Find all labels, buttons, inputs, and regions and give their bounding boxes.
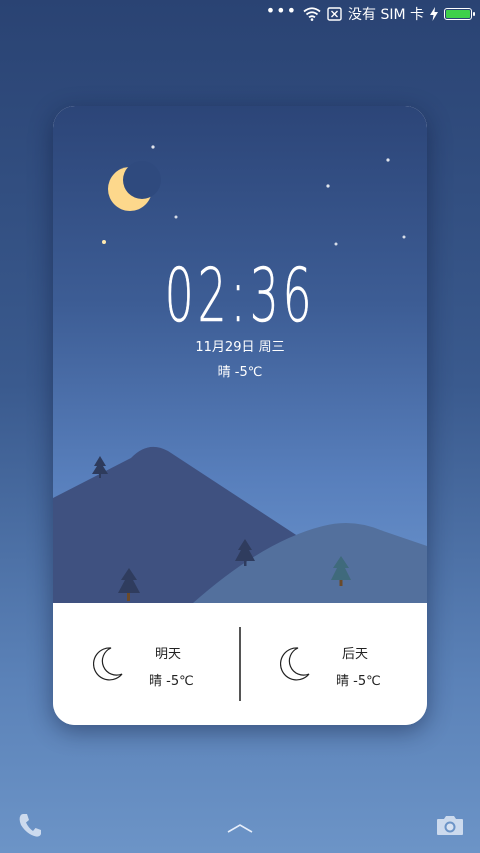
forecast-tomorrow[interactable]: 明天 晴 -5℃ [53, 603, 240, 725]
charging-icon [430, 7, 438, 21]
status-indicators: ••• 没有 SIM 卡 [265, 1, 475, 24]
star-icon [174, 215, 178, 219]
camera-icon[interactable] [436, 814, 464, 836]
night-sky-scene: 02:36 11月29日 周三 晴 -5℃ [53, 106, 427, 603]
moon-icon [108, 161, 161, 211]
phone-icon[interactable] [18, 812, 42, 838]
clock-date: 11月29日 周三 [195, 340, 285, 355]
star-icon [402, 235, 406, 239]
star-icon [326, 184, 330, 188]
weather-clock-widget[interactable]: 02:36 11月29日 周三 晴 -5℃ 明天 晴 -5℃ 后天 晴 -5℃ [53, 106, 427, 725]
no-sim-icon [327, 7, 342, 21]
forecast-panel: 明天 晴 -5℃ 后天 晴 -5℃ [53, 603, 427, 725]
clock-time: 02:36 [164, 253, 316, 339]
star-icon [102, 240, 106, 244]
forecast-condition: 晴 -5℃ [149, 674, 194, 689]
star-icon [151, 145, 155, 149]
forecast-condition: 晴 -5℃ [336, 674, 381, 689]
battery-level [446, 10, 470, 18]
star-icon [386, 158, 390, 162]
sim-status-text: 没有 SIM 卡 [348, 7, 424, 23]
moon-icon [280, 647, 310, 681]
moon-icon [93, 647, 123, 681]
battery-icon [444, 8, 475, 20]
star-icon [334, 242, 338, 246]
forecast-day-after[interactable]: 后天 晴 -5℃ [240, 603, 427, 725]
forecast-day-label: 后天 [342, 647, 369, 662]
status-bar: ••• 没有 SIM 卡 [0, 0, 480, 28]
forecast-day-label: 明天 [155, 647, 182, 662]
more-notifications-icon: ••• [265, 1, 297, 20]
unlock-chevron-up-icon[interactable] [226, 822, 254, 834]
wifi-icon [303, 7, 321, 21]
current-weather: 晴 -5℃ [217, 365, 263, 380]
